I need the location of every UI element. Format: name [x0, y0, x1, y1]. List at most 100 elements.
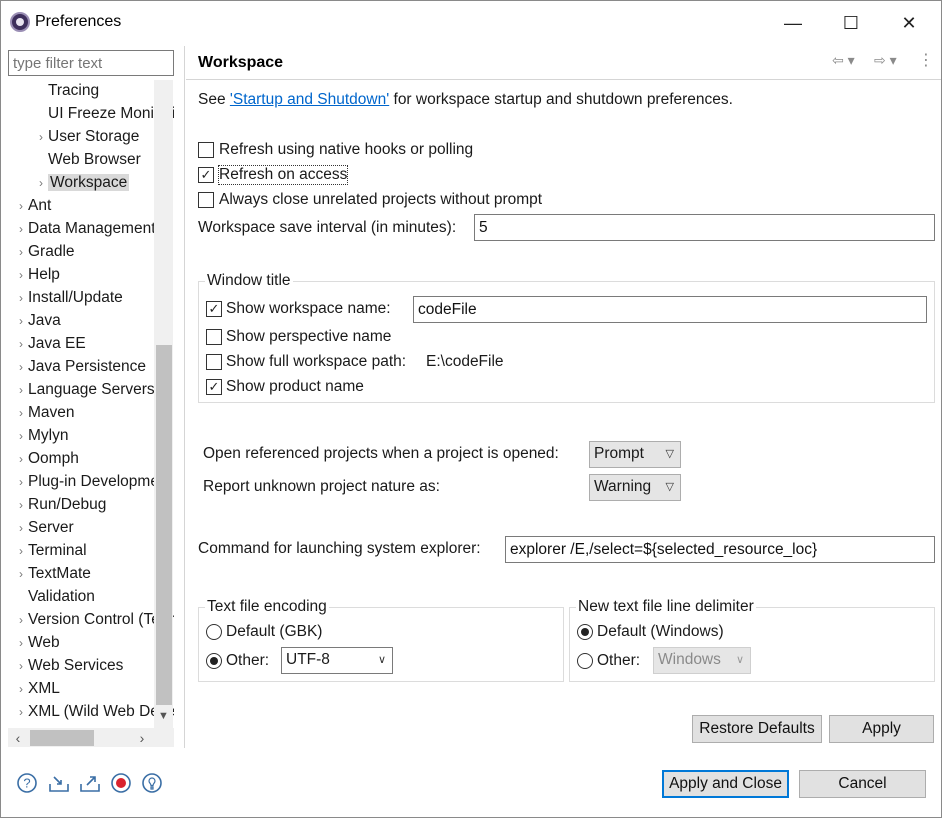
tree-item-label: Maven: [28, 404, 75, 421]
tree-item[interactable]: › Java EE: [14, 333, 86, 356]
tree-item[interactable]: › Mylyn: [14, 425, 68, 448]
back-arrow-icon[interactable]: ⇦ ▾: [832, 52, 855, 69]
refresh-access-checkbox[interactable]: ✓: [198, 167, 214, 183]
apply-and-close-button[interactable]: Apply and Close: [662, 770, 789, 798]
tree-item[interactable]: › Install/Update: [14, 287, 123, 310]
tree-horizontal-scroll-thumb[interactable]: [30, 730, 94, 746]
tree-item[interactable]: › Data Management: [14, 218, 156, 241]
open-referenced-select[interactable]: Prompt ▽: [589, 441, 681, 468]
tree-item[interactable]: › Oomph: [14, 448, 79, 471]
tree-item[interactable]: Tracing: [34, 80, 99, 103]
scroll-left-arrow-icon[interactable]: ‹: [8, 728, 28, 747]
tree-item[interactable]: Web Browser: [34, 149, 141, 172]
expand-arrow-icon[interactable]: ›: [14, 195, 28, 217]
expand-arrow-icon[interactable]: ›: [14, 241, 28, 263]
show-full-path-checkbox[interactable]: [206, 354, 222, 370]
command-explorer-input[interactable]: [505, 536, 935, 563]
filter-input[interactable]: [8, 50, 174, 76]
workspace-name-input[interactable]: [413, 296, 927, 323]
minimize-button[interactable]: —: [770, 8, 816, 38]
tree-item[interactable]: › TextMate: [14, 563, 91, 586]
preference-tree: TracingUI Freeze Monitoring›User Storage…: [8, 80, 174, 728]
help-icon[interactable]: ?: [16, 772, 38, 794]
cancel-button[interactable]: Cancel: [799, 770, 926, 798]
forward-arrow-icon[interactable]: ⇨ ▾: [874, 52, 897, 69]
expand-arrow-icon[interactable]: ›: [14, 655, 28, 677]
svg-text:?: ?: [23, 776, 30, 791]
tree-item[interactable]: › Terminal: [14, 540, 87, 563]
tree-item[interactable]: › Server: [14, 517, 74, 540]
tree-vertical-scroll-thumb[interactable]: [156, 345, 172, 705]
tree-item[interactable]: › Java: [14, 310, 61, 333]
record-icon[interactable]: [110, 772, 132, 794]
expand-arrow-icon[interactable]: ›: [14, 402, 28, 424]
tip-icon[interactable]: [141, 772, 163, 794]
expand-arrow-icon[interactable]: ›: [14, 218, 28, 240]
tree-item[interactable]: Validation: [14, 586, 95, 609]
scroll-down-arrow-icon[interactable]: ▼: [154, 706, 173, 726]
expand-arrow-icon[interactable]: ›: [14, 517, 28, 539]
expand-arrow-icon[interactable]: ›: [14, 609, 28, 631]
show-workspace-name-checkbox[interactable]: ✓: [206, 301, 222, 317]
tree-item-label: Language Servers: [28, 381, 155, 398]
expand-arrow-icon[interactable]: ›: [14, 448, 28, 470]
show-product-name-checkbox[interactable]: ✓: [206, 379, 222, 395]
tree-item[interactable]: › Maven: [14, 402, 75, 425]
save-interval-input[interactable]: [474, 214, 935, 241]
chevron-down-icon: ▽: [665, 448, 674, 460]
tree-item[interactable]: › Java Persistence: [14, 356, 146, 379]
close-unrelated-checkbox[interactable]: [198, 192, 214, 208]
tree-item[interactable]: › Web Services: [14, 655, 123, 678]
tree-item[interactable]: › Ant: [14, 195, 51, 218]
export-icon[interactable]: [79, 772, 101, 794]
expand-arrow-icon[interactable]: ›: [34, 126, 48, 148]
delimiter-other-select[interactable]: Windows ∨: [653, 647, 751, 674]
encoding-other-radio[interactable]: [206, 653, 222, 669]
expand-arrow-icon[interactable]: ›: [14, 310, 28, 332]
startup-shutdown-link[interactable]: 'Startup and Shutdown': [230, 91, 389, 108]
maximize-button[interactable]: ☐: [828, 8, 874, 38]
encoding-other-select[interactable]: UTF-8 ∨: [281, 647, 393, 674]
tree-item[interactable]: › Workspace: [34, 172, 130, 195]
refresh-native-checkbox[interactable]: [198, 142, 214, 158]
tree-item[interactable]: ›XML (Wild Web Developer): [14, 701, 174, 724]
tree-item[interactable]: › Web: [14, 632, 60, 655]
tree-item[interactable]: › Language Servers: [14, 379, 155, 402]
apply-button[interactable]: Apply: [829, 715, 934, 743]
expand-arrow-icon[interactable]: ›: [14, 701, 28, 723]
expand-arrow-icon[interactable]: ›: [14, 425, 28, 447]
delimiter-default-radio[interactable]: [577, 624, 593, 640]
tree-item[interactable]: › User Storage: [34, 126, 139, 149]
delimiter-other-radio[interactable]: [577, 653, 593, 669]
expand-arrow-icon[interactable]: ›: [14, 379, 28, 401]
tree-item[interactable]: UI Freeze Monitoring: [34, 103, 174, 126]
show-perspective-name-checkbox[interactable]: [206, 329, 222, 345]
tree-item[interactable]: › Help: [14, 264, 60, 287]
encoding-default-radio[interactable]: [206, 624, 222, 640]
tree-item[interactable]: › Gradle: [14, 241, 75, 264]
expand-arrow-icon[interactable]: ›: [14, 264, 28, 286]
expand-arrow-icon[interactable]: ›: [14, 494, 28, 516]
expand-arrow-icon[interactable]: ›: [14, 632, 28, 654]
report-unknown-select[interactable]: Warning ▽: [589, 474, 681, 501]
import-icon[interactable]: [48, 772, 70, 794]
expand-arrow-icon[interactable]: ›: [14, 563, 28, 585]
expand-arrow-icon[interactable]: ›: [34, 172, 48, 194]
tree-item[interactable]: › XML: [14, 678, 60, 701]
tree-item[interactable]: › Run/Debug: [14, 494, 106, 517]
expand-arrow-icon[interactable]: ›: [14, 356, 28, 378]
close-button[interactable]: ✕: [886, 8, 932, 38]
expand-arrow-icon[interactable]: ›: [14, 678, 28, 700]
expand-arrow-icon[interactable]: ›: [14, 540, 28, 562]
tree-item-label: XML: [28, 680, 60, 697]
expand-arrow-icon[interactable]: ›: [14, 471, 28, 493]
text-encoding-group-label: Text file encoding: [205, 598, 329, 616]
scroll-right-arrow-icon[interactable]: ›: [132, 728, 152, 747]
page-title: Workspace: [198, 54, 284, 71]
restore-defaults-button[interactable]: Restore Defaults: [692, 715, 822, 743]
view-menu-icon[interactable]: ⋮: [918, 50, 934, 70]
expand-arrow-icon[interactable]: ›: [14, 287, 28, 309]
tree-item[interactable]: › Version Control (Team): [14, 609, 174, 632]
expand-arrow-icon[interactable]: ›: [14, 333, 28, 355]
tree-item[interactable]: › Plug-in Development: [14, 471, 172, 494]
